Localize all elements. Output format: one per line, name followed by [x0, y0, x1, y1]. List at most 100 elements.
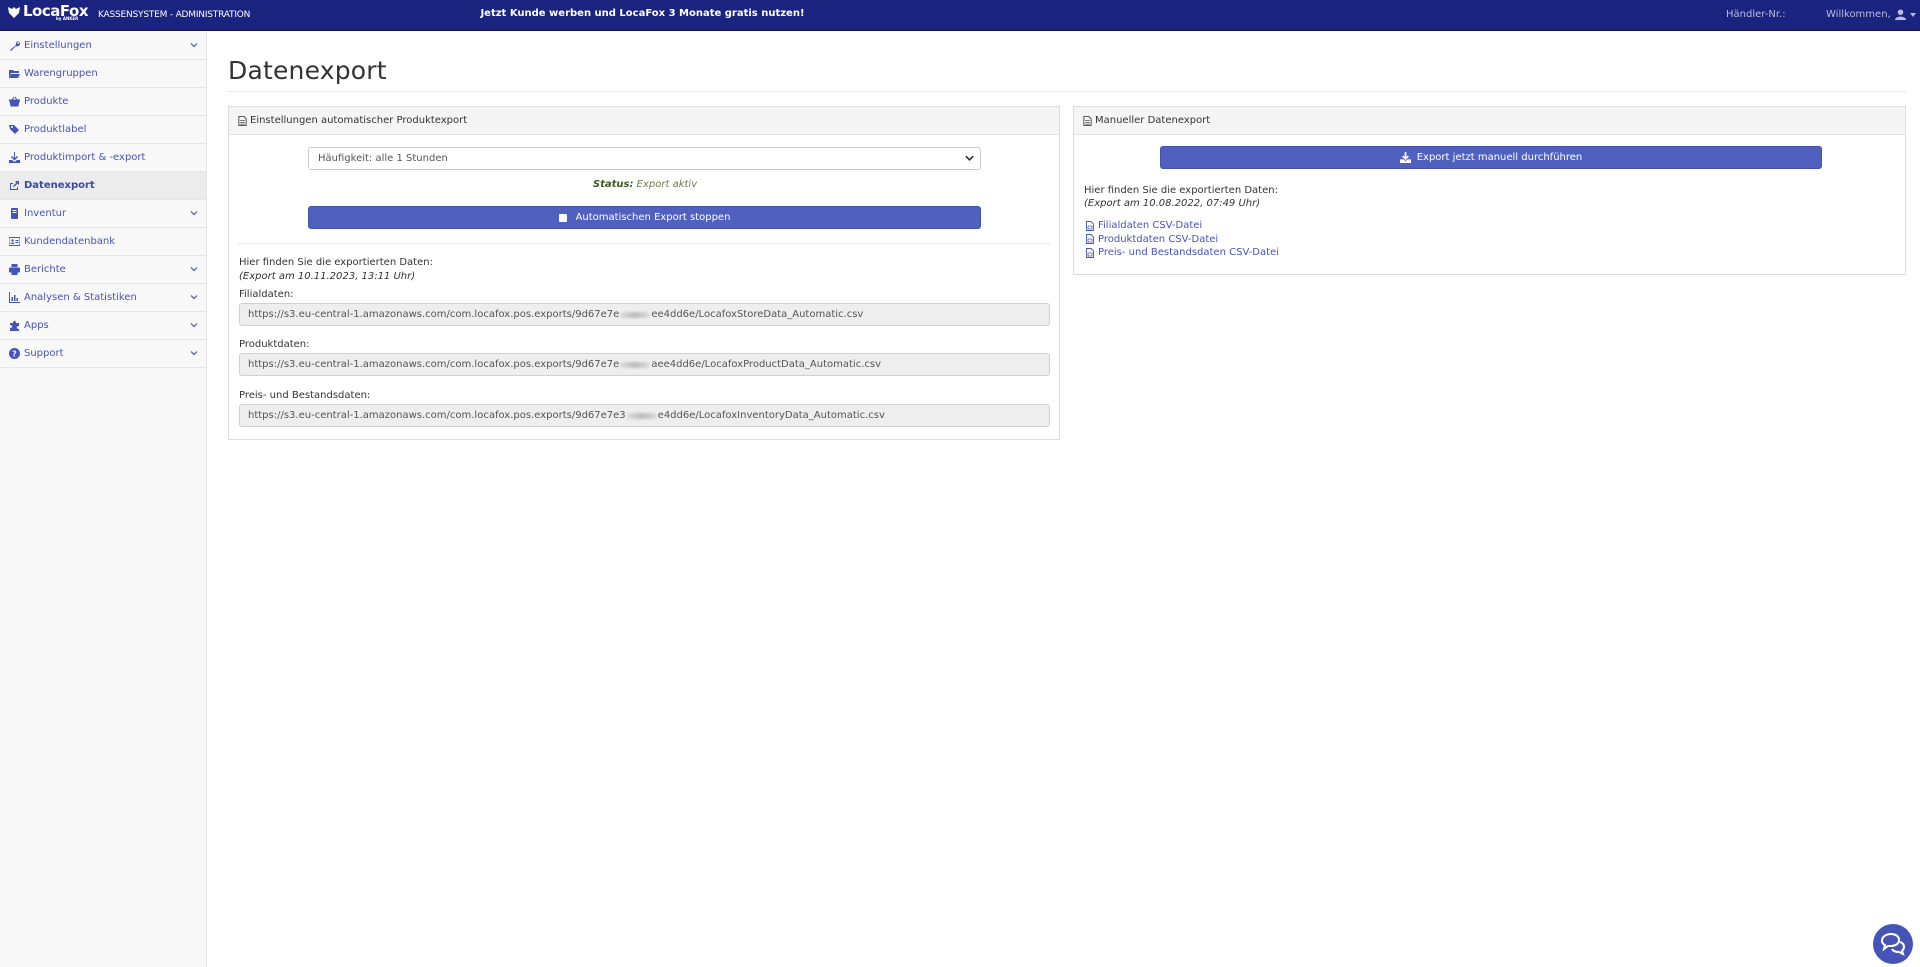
sidebar-item-produkte[interactable]: Produkte [0, 88, 206, 116]
status-value: Export aktiv [636, 179, 698, 190]
file-csv-icon [1086, 247, 1094, 258]
folder-open-icon [9, 68, 20, 79]
stop-icon [558, 213, 567, 222]
chevron-down-icon [190, 295, 198, 300]
csv-link-label: Preis- und Bestandsdaten CSV-Datei [1098, 247, 1279, 259]
divider [238, 243, 1050, 244]
sidebar-item-label: Einstellungen [24, 40, 92, 51]
auto-export-panel: Einstellungen automatischer Produktexpor… [228, 106, 1060, 440]
file-text-icon [1083, 115, 1092, 126]
inventory-data-label: Preis- und Bestandsdaten: [239, 390, 371, 401]
exported-data-info: Hier finden Sie die exportierten Daten: [1084, 185, 1278, 196]
store-data-url-field[interactable]: https://s3.eu-central-1.amazonaws.com/co… [239, 303, 1050, 326]
promo-link[interactable]: Jetzt Kunde werben und LocaFox 3 Monate … [0, 8, 1285, 19]
sidebar-item-analysen-statistiken[interactable]: Analysen & Statistiken [0, 284, 206, 312]
url-prefix: https://s3.eu-central-1.amazonaws.com/co… [248, 359, 620, 370]
sidebar-item-berichte[interactable]: Berichte [0, 256, 206, 284]
csv-link-label: Produktdaten CSV-Datei [1098, 233, 1219, 245]
chevron-down-icon [190, 351, 198, 356]
chevron-down-icon [190, 267, 198, 272]
inventory-data-url-field[interactable]: https://s3.eu-central-1.amazonaws.com/co… [239, 404, 1050, 427]
book-icon [9, 208, 20, 219]
sidebar-item-label: Apps [24, 320, 49, 331]
chevron-down-icon [190, 323, 198, 328]
exported-data-info: Hier finden Sie die exportierten Daten: [239, 257, 433, 268]
url-suffix: aee4dd6e/LocafoxProductData_Automatic.cs… [651, 359, 882, 370]
product-data-url-field[interactable]: https://s3.eu-central-1.amazonaws.com/co… [239, 353, 1050, 376]
user-menu[interactable]: Willkommen, [1826, 9, 1916, 20]
chevron-down-icon [965, 155, 974, 161]
file-csv-icon [1086, 220, 1094, 231]
chat-button[interactable] [1873, 924, 1913, 964]
file-text-icon [238, 115, 247, 126]
sidebar-item-produktlabel[interactable]: Produktlabel [0, 116, 206, 144]
manual-export-label: Export jetzt manuell durchführen [1416, 152, 1583, 163]
export-date: (Export am 10.11.2023, 13:11 Uhr) [239, 271, 416, 282]
puzzle-icon [9, 320, 20, 331]
svg-text:?: ? [12, 350, 17, 359]
frequency-select[interactable]: Häufigkeit: alle 1 Stunden [308, 147, 981, 170]
chevron-down-icon [190, 211, 198, 216]
address-card-icon [9, 236, 20, 247]
url-suffix: ee4dd6e/LocafoxStoreData_Automatic.csv [651, 309, 864, 320]
store-data-label: Filialdaten: [239, 289, 294, 300]
sidebar-item-label: Inventur [24, 208, 67, 219]
url-prefix: https://s3.eu-central-1.amazonaws.com/co… [248, 309, 620, 320]
export-status: Status: Export aktiv [229, 179, 1061, 190]
manual-export-button[interactable]: Export jetzt manuell durchführen [1160, 146, 1822, 169]
merchant-number-label: Händler-Nr.: [1726, 9, 1786, 20]
stop-auto-export-button[interactable]: Automatischen Export stoppen [308, 206, 981, 229]
sidebar-item-einstellungen[interactable]: Einstellungen [0, 32, 206, 60]
welcome-label: Willkommen, [1826, 9, 1891, 20]
sidebar-item-apps[interactable]: Apps [0, 312, 206, 340]
file-csv-icon [1086, 234, 1094, 245]
url-suffix: e4dd6e/LocafoxInventoryData_Automatic.cs… [657, 410, 885, 421]
csv-download-link[interactable]: Filialdaten CSV-Datei [1086, 219, 1279, 233]
tags-icon [9, 124, 20, 135]
caret-down-icon [1909, 12, 1916, 17]
csv-download-link[interactable]: Preis- und Bestandsdaten CSV-Datei [1086, 246, 1279, 260]
redacted-segment [626, 412, 657, 419]
sidebar-item-label: Analysen & Statistiken [24, 292, 137, 303]
panel-title: Manueller Datenexport [1095, 115, 1211, 126]
share-square-icon [9, 180, 20, 191]
sidebar-item-support[interactable]: ? Support [0, 340, 206, 368]
sidebar-item-kundendatenbank[interactable]: Kundendatenbank [0, 228, 206, 256]
sidebar-item-inventur[interactable]: Inventur [0, 200, 206, 228]
csv-download-link[interactable]: Produktdaten CSV-Datei [1086, 233, 1279, 247]
title-divider [228, 91, 1906, 92]
panel-title: Einstellungen automatischer Produktexpor… [250, 115, 468, 126]
redacted-segment [620, 361, 651, 368]
sidebar-item-label: Kundendatenbank [24, 236, 116, 247]
wrench-icon [9, 40, 20, 51]
download-icon [9, 152, 20, 163]
chart-icon [9, 292, 20, 303]
redacted-segment [620, 311, 651, 318]
sidebar-item-datenexport[interactable]: Datenexport [0, 172, 206, 200]
sidebar-item-label: Produktlabel [24, 124, 87, 135]
print-icon [9, 264, 20, 275]
user-icon [1894, 9, 1906, 20]
manual-export-panel: Manueller Datenexport Export jetzt manue… [1073, 106, 1906, 275]
sidebar-item-label: Produktimport & -export [24, 152, 146, 163]
sidebar-item-label: Datenexport [24, 180, 95, 191]
stop-button-label: Automatischen Export stoppen [575, 212, 731, 223]
sidebar-item-label: Support [24, 348, 64, 359]
frequency-value: Häufigkeit: alle 1 Stunden [318, 153, 448, 164]
export-date: (Export am 10.08.2022, 07:49 Uhr) [1084, 198, 1261, 209]
sidebar: Einstellungen Warengruppen Produkte Produkt… [0, 32, 207, 967]
sidebar-item-label: Berichte [24, 264, 66, 275]
status-label: Status: [592, 179, 634, 190]
sidebar-item-warengruppen[interactable]: Warengruppen [0, 60, 206, 88]
top-navbar: LocaFox by ANKER KASSENSYSTEM - ADMINIST… [0, 0, 1920, 31]
panel-header: Manueller Datenexport [1074, 107, 1905, 135]
chevron-down-icon [190, 43, 198, 48]
sidebar-item-label: Produkte [24, 96, 69, 107]
csv-link-label: Filialdaten CSV-Datei [1098, 220, 1203, 232]
page-title: Datenexport [228, 56, 387, 85]
panel-header: Einstellungen automatischer Produktexpor… [229, 107, 1059, 135]
download-icon [1399, 152, 1411, 163]
csv-links: Filialdaten CSV-Datei Produktdaten CSV-Da… [1086, 219, 1279, 260]
sidebar-item-label: Warengruppen [24, 68, 98, 79]
sidebar-item-produktimport-export[interactable]: Produktimport & -export [0, 144, 206, 172]
